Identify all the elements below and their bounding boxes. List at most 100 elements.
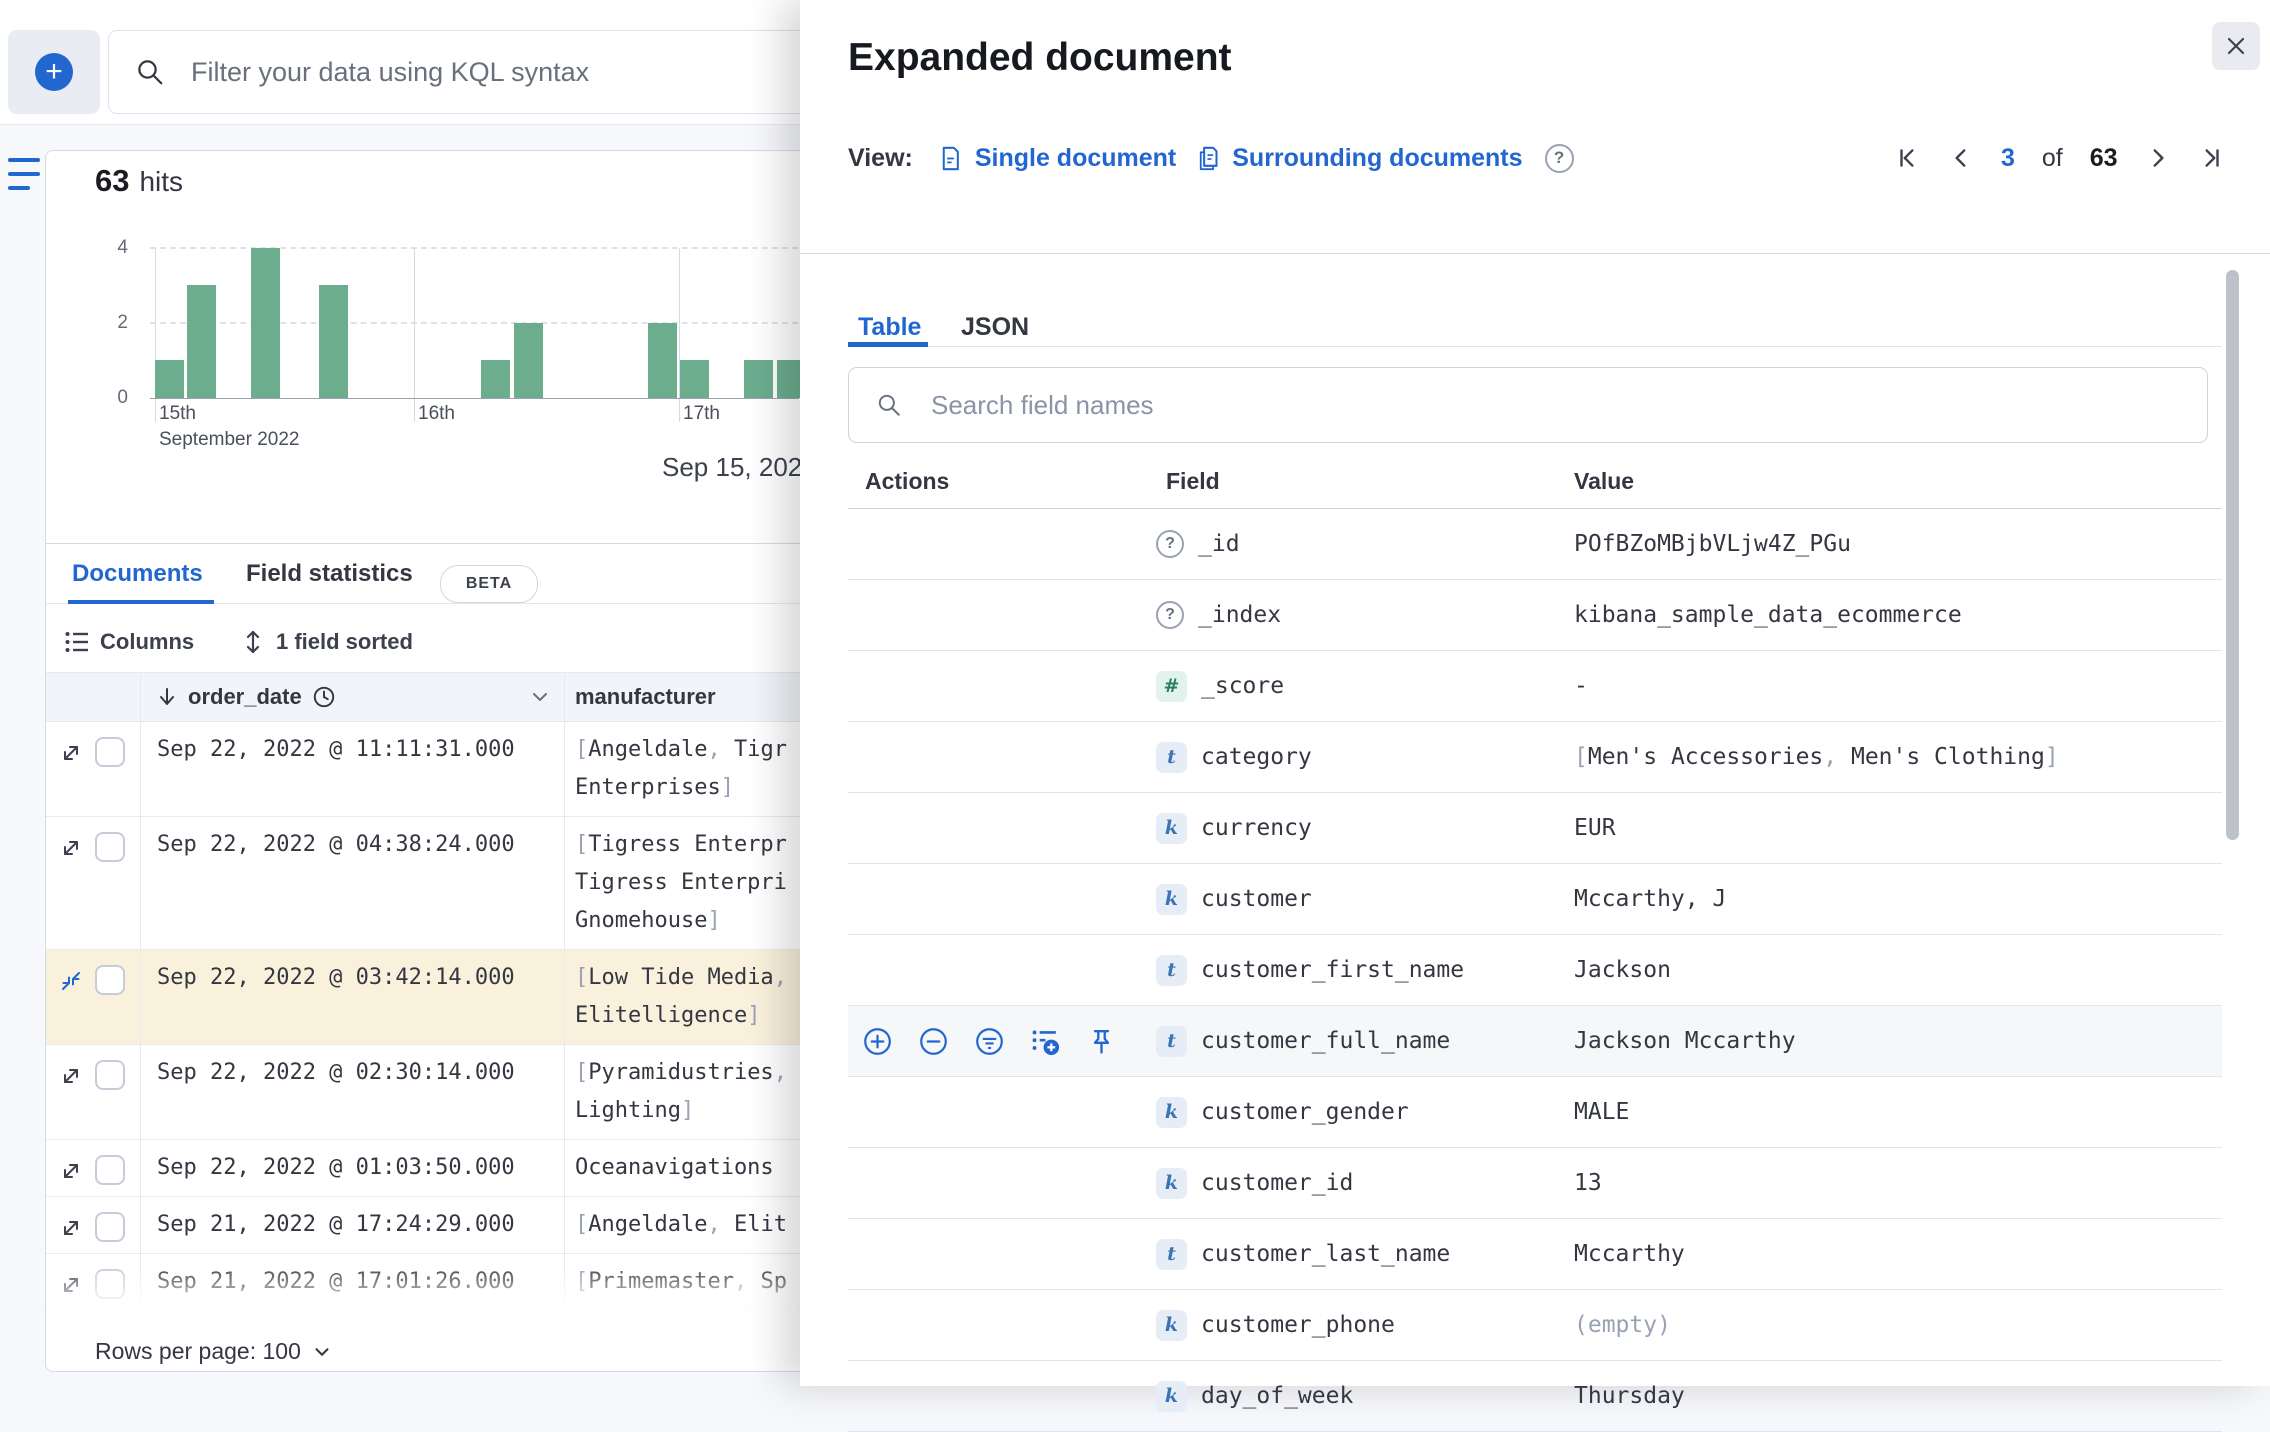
field-row: k customer_id 13 — [848, 1148, 2222, 1219]
histogram-bar — [319, 285, 348, 398]
chevron-down-icon[interactable] — [528, 685, 552, 709]
field-name: _id — [1198, 531, 1240, 557]
field-type-icon: # — [1156, 670, 1187, 702]
hits-number: 63 — [95, 163, 130, 198]
field-row: t customer_first_name Jackson — [848, 935, 2222, 1006]
row-checkbox[interactable] — [95, 1155, 125, 1185]
field-cell: k customer_id — [1156, 1167, 1565, 1199]
histogram-bar — [481, 360, 510, 398]
row-checkbox[interactable] — [95, 1212, 125, 1242]
expand-row-icon[interactable] — [59, 1064, 83, 1088]
surrounding-documents-link[interactable]: Surrounding documents — [1194, 143, 1523, 173]
document-pagination: 3 of 63 — [1895, 134, 2224, 182]
order-date-cell: Sep 22, 2022 @ 04:38:24.000 — [141, 817, 565, 949]
documents-icon — [1200, 146, 1218, 170]
field-name: customer_last_name — [1201, 1241, 1451, 1267]
tab-field-statistics[interactable]: Field statistics — [246, 560, 413, 588]
column-header-order-date[interactable]: order_date — [141, 673, 565, 721]
row-controls — [46, 722, 141, 816]
beta-badge: BETA — [440, 565, 538, 603]
expand-row-icon[interactable] — [59, 741, 83, 765]
close-flyout-button[interactable] — [2212, 22, 2260, 70]
field-row: k customer_gender MALE — [848, 1077, 2222, 1148]
rows-per-page-button[interactable]: Rows per page: 100 — [95, 1338, 301, 1365]
row-checkbox[interactable] — [95, 965, 125, 995]
field-row: ? _id POfBZoMBjbVLjw4Z_PGu — [848, 509, 2222, 580]
clock-icon — [313, 686, 334, 708]
order-date-cell: Sep 21, 2022 @ 17:24:29.000 — [141, 1197, 565, 1253]
row-controls — [46, 1197, 141, 1253]
control-column-header — [46, 673, 141, 721]
row-checkbox[interactable] — [95, 832, 125, 862]
help-icon[interactable]: ? — [1544, 143, 1574, 173]
toggle-column-icon[interactable] — [1030, 1026, 1061, 1057]
flyout-header-divider — [800, 253, 2270, 254]
field-table-header: Actions Field Value — [848, 455, 2222, 509]
last-page-button[interactable] — [2198, 145, 2224, 171]
add-filter-button[interactable]: + — [8, 30, 100, 114]
hits-count: 63 hits — [95, 163, 183, 199]
first-page-button[interactable] — [1895, 145, 1921, 171]
collapse-row-icon[interactable] — [59, 969, 83, 993]
manufacturer-header-label: manufacturer — [575, 684, 716, 709]
document-icon — [942, 146, 959, 170]
current-page: 3 — [2001, 143, 2015, 172]
field-value: [Men's Accessories, Men's Clothing] — [1574, 744, 2059, 770]
columns-button[interactable]: Columns — [64, 620, 194, 664]
surrounding-documents-label: Surrounding documents — [1232, 143, 1523, 172]
field-name: customer — [1201, 886, 1312, 912]
flyout-scrollbar[interactable] — [2226, 270, 2239, 840]
row-checkbox[interactable] — [95, 737, 125, 767]
flyout-title: Expanded document — [848, 36, 1232, 79]
order-date-header-label: order_date — [188, 684, 302, 709]
expand-row-icon[interactable] — [59, 1216, 83, 1240]
columns-label: Columns — [100, 629, 195, 654]
field-row-actions — [848, 1026, 1156, 1057]
total-pages: 63 — [2089, 143, 2118, 172]
field-name: _score — [1201, 673, 1285, 699]
field-type-icon: ? — [1156, 601, 1184, 629]
field-value: kibana_sample_data_ecommerce — [1574, 602, 1962, 628]
field-value: MALE — [1574, 1099, 1630, 1125]
field-cell: ? _id — [1156, 530, 1565, 558]
pin-field-icon[interactable] — [1086, 1026, 1117, 1057]
field-value: Jackson — [1574, 957, 1671, 983]
expand-row-icon[interactable] — [59, 1159, 83, 1183]
filter-exists-icon[interactable] — [974, 1026, 1005, 1057]
field-sorted-button[interactable]: 1 field sorted — [240, 620, 413, 664]
x-axis-tick-sub: September 2022 — [159, 429, 300, 450]
order-date-cell: Sep 22, 2022 @ 01:03:50.000 — [141, 1140, 565, 1196]
tab-json[interactable]: JSON — [961, 313, 1029, 342]
chevron-down-icon[interactable] — [311, 1341, 333, 1363]
sort-icon — [246, 630, 260, 654]
field-row: # _score - — [848, 651, 2222, 722]
tab-documents[interactable]: Documents — [72, 560, 203, 588]
row-checkbox[interactable] — [95, 1060, 125, 1090]
previous-page-button[interactable] — [1948, 145, 1974, 171]
filter-out-value-icon[interactable] — [918, 1026, 949, 1057]
field-cell: ? _index — [1156, 601, 1565, 629]
chevron-left-icon — [1955, 149, 1966, 167]
field-search-input[interactable] — [929, 388, 2133, 422]
x-axis-line — [150, 398, 799, 399]
tab-table[interactable]: Table — [858, 313, 921, 342]
filter-for-value-icon[interactable] — [862, 1026, 893, 1057]
field-type-icon: t — [1156, 1238, 1187, 1270]
row-controls — [46, 950, 141, 1044]
field-row: t customer_full_name Jackson Mccarthy — [848, 1006, 2222, 1077]
field-cell: t customer_full_name — [1156, 1025, 1565, 1057]
close-icon — [2227, 37, 2245, 55]
field-name: currency — [1201, 815, 1312, 841]
field-type-icon: k — [1156, 1096, 1187, 1128]
expand-row-icon[interactable] — [59, 836, 83, 860]
menu-toggle-icon[interactable] — [6, 152, 42, 200]
chevron-right-icon — [2153, 149, 2164, 167]
field-cell: k day_of_week — [1156, 1380, 1565, 1412]
search-icon — [138, 60, 163, 85]
actions-column-header: Actions — [865, 468, 950, 494]
histogram-bar — [155, 360, 184, 398]
field-value: Thursday — [1574, 1383, 1685, 1409]
histogram-bar — [187, 285, 216, 398]
single-document-link[interactable]: Single document — [937, 144, 1176, 173]
next-page-button[interactable] — [2145, 145, 2171, 171]
